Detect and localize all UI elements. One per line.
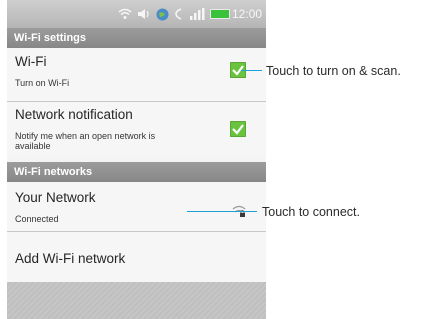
section-header-wifi-networks: Wi-Fi networks [7,162,266,182]
your-network-row[interactable]: Your Network Connected [7,182,266,231]
add-wifi-network-title: Add Wi-Fi network [15,251,126,266]
callout-connect: Touch to connect. [262,205,360,219]
battery-icon [210,9,230,19]
globe-icon [156,8,169,21]
callout-line-connect [187,211,257,212]
your-network-status: Connected [15,214,59,224]
wifi-icon [118,8,132,20]
wifi-title: Wi-Fi [15,54,47,69]
clock: 12:00 [231,7,262,21]
network-notification-subtitle-2: available [15,141,51,151]
wifi-signal-locked-icon [231,204,247,223]
callout-line-scan [241,70,262,71]
wifi-subtitle: Turn on Wi-Fi [15,78,70,88]
callout-scan: Touch to turn on & scan. [266,64,401,78]
network-notification-row[interactable]: Network notification Notify me when an o… [7,102,266,157]
status-bar: 12:00 [7,0,266,28]
add-wifi-network-row[interactable]: Add Wi-Fi network [7,232,266,282]
signal-icon [189,8,205,20]
your-network-title: Your Network [15,190,96,205]
status-icons [118,6,230,22]
network-notification-title: Network notification [15,107,133,122]
section-header-wifi-settings: Wi-Fi settings [7,28,266,48]
phone-screen: 12:00 Wi-Fi settings Wi-Fi Turn on Wi-Fi… [7,0,266,319]
network-notification-checkbox[interactable] [230,121,246,137]
sound-icon [137,8,151,20]
sync-icon [174,8,184,20]
wifi-toggle-row[interactable]: Wi-Fi Turn on Wi-Fi [7,48,266,101]
empty-list-area [7,282,266,319]
